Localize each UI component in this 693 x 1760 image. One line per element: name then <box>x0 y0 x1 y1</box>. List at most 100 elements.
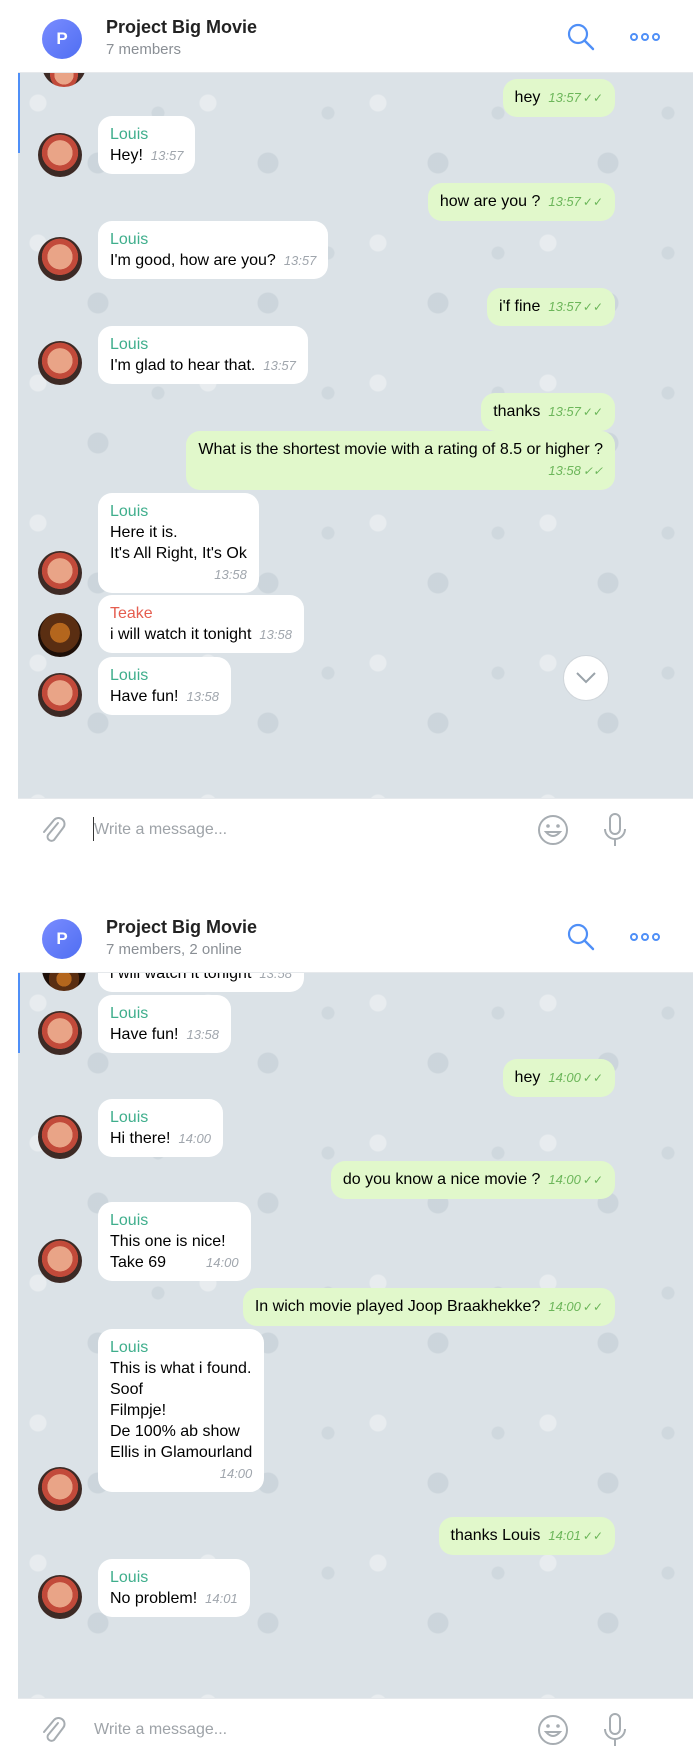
avatar-louis[interactable] <box>38 673 82 717</box>
message-time: 14:00 <box>206 1255 239 1270</box>
sender-name[interactable]: Louis <box>110 124 183 145</box>
chat-title[interactable]: Project Big Movie <box>106 917 257 938</box>
message-outgoing[interactable]: do you know a nice movie ? 14:00 ✓✓ <box>330 1161 615 1199</box>
avatar-teake[interactable] <box>42 973 86 991</box>
message-text: Soof <box>110 1381 143 1398</box>
message-text: What is the shortest movie with a rating… <box>198 441 603 458</box>
more-icon-dot <box>641 933 649 941</box>
message-outgoing[interactable]: thanks 13:57 ✓✓ <box>481 393 615 431</box>
message-text: Here it is. <box>110 524 178 541</box>
message-incoming[interactable]: Louis Here it is. It's All Right, It's Ok 1… <box>98 493 259 593</box>
sender-name[interactable]: Louis <box>110 1337 252 1358</box>
chat-window-2: P Project Big Movie 7 members, 2 online … <box>18 900 693 1760</box>
message-text: No problem! <box>110 1590 198 1607</box>
attach-button[interactable] <box>38 1715 68 1745</box>
avatar-louis[interactable] <box>38 1115 82 1159</box>
message-incoming[interactable]: Louis Hey! 13:57 <box>98 116 196 174</box>
message-incoming[interactable]: Louis This one is nice! Take 69 14:00 <box>98 1202 251 1281</box>
message-incoming[interactable]: Louis Have fun! 13:58 <box>98 995 232 1053</box>
message-incoming[interactable]: Louis Hi there! 14:00 <box>98 1099 224 1157</box>
message-time: 13:57 <box>548 404 581 419</box>
message-outgoing[interactable]: thanks Louis 14:01 ✓✓ <box>438 1517 615 1555</box>
attach-button[interactable] <box>38 815 68 845</box>
scroll-down-button[interactable] <box>563 655 609 701</box>
sender-name[interactable]: Louis <box>110 229 316 250</box>
avatar-louis[interactable] <box>38 551 82 595</box>
more-button[interactable] <box>630 928 664 946</box>
message-incoming[interactable]: Louis This is what i found. Soof Filmpje! De… <box>98 1329 265 1492</box>
message-outgoing[interactable]: i'f fine 13:57 ✓✓ <box>487 288 615 326</box>
message-text: Take 69 <box>110 1254 167 1271</box>
message-time: 13:58 <box>214 567 247 582</box>
sender-name[interactable]: Louis <box>110 1107 211 1128</box>
message-incoming[interactable]: Teake i will watch it tonight 13:58 <box>98 595 304 653</box>
message-text: Filmpje! <box>110 1402 167 1419</box>
message-outgoing[interactable]: hey 13:57 ✓✓ <box>502 79 615 117</box>
avatar-louis[interactable] <box>38 341 82 385</box>
message-time: 14:00 <box>548 1070 581 1085</box>
message-incoming[interactable]: Louis I'm good, how are you? 13:57 <box>98 221 329 279</box>
message-text: In wich movie played Joop Braakhekke? <box>254 1298 541 1315</box>
avatar-louis[interactable] <box>38 1575 82 1619</box>
read-checks-icon: ✓✓ <box>582 1173 603 1187</box>
group-avatar[interactable]: P <box>42 919 82 959</box>
sender-name[interactable]: Louis <box>110 1210 239 1231</box>
message-text: This one is nice! <box>110 1233 226 1250</box>
sender-name[interactable]: Louis <box>110 1003 219 1024</box>
message-incoming[interactable]: Louis No problem! 14:01 <box>98 1559 250 1617</box>
message-text: Hi there! <box>110 1130 171 1147</box>
message-composer <box>18 1698 693 1760</box>
message-incoming[interactable]: Louis Have fun! 13:58 <box>98 657 232 715</box>
avatar-louis[interactable] <box>42 73 86 87</box>
sender-name[interactable]: Teake <box>110 603 292 624</box>
search-button[interactable] <box>566 922 596 952</box>
avatar-louis[interactable] <box>38 1467 82 1511</box>
chat-window-1: P Project Big Movie 7 members hey 13:57 ✓✓… <box>18 0 693 860</box>
sender-name[interactable]: Louis <box>110 334 296 355</box>
message-time: 14:01 <box>548 1528 581 1543</box>
message-outgoing[interactable]: hey 14:00 ✓✓ <box>502 1059 615 1097</box>
read-checks-icon: ✓✓ <box>582 300 603 314</box>
message-time: 13:57 <box>283 253 317 268</box>
sender-name[interactable]: Louis <box>110 665 219 686</box>
read-checks-icon: ✓✓ <box>582 464 603 478</box>
chat-title[interactable]: Project Big Movie <box>106 17 257 38</box>
read-checks-icon: ✓✓ <box>582 195 603 209</box>
group-avatar[interactable]: P <box>42 19 82 59</box>
message-outgoing[interactable]: how are you ? 13:57 ✓✓ <box>427 183 615 221</box>
message-time: 14:00 <box>548 1299 581 1314</box>
chat-subtitle: 7 members <box>106 41 182 58</box>
sender-name[interactable]: Louis <box>110 1567 238 1588</box>
search-icon <box>567 23 595 51</box>
message-list[interactable]: i will watch it tonight 13:58 Louis Have f… <box>18 973 693 1698</box>
message-outgoing[interactable]: What is the shortest movie with a rating… <box>186 431 615 490</box>
search-button[interactable] <box>566 22 596 52</box>
more-icon <box>630 33 638 41</box>
message-text: hey <box>514 89 541 106</box>
message-incoming[interactable]: Louis I'm glad to hear that. 13:57 <box>98 326 308 384</box>
chevron-down-icon <box>576 672 596 684</box>
message-time: 14:01 <box>205 1591 238 1606</box>
message-text: Have fun! <box>110 688 179 705</box>
paperclip-icon <box>43 1717 66 1742</box>
avatar-louis[interactable] <box>38 133 82 177</box>
microphone-button[interactable] <box>600 1711 630 1749</box>
more-button[interactable] <box>630 28 664 46</box>
emoji-button[interactable] <box>536 813 570 847</box>
avatar-teake[interactable] <box>38 613 82 657</box>
message-outgoing[interactable]: In wich movie played Joop Braakhekke? 14:… <box>242 1288 615 1326</box>
message-time: 13:57 <box>548 299 581 314</box>
sender-name[interactable]: Louis <box>110 501 247 522</box>
microphone-button[interactable] <box>600 811 630 849</box>
avatar-louis[interactable] <box>38 237 82 281</box>
message-input[interactable] <box>94 817 494 843</box>
read-checks-icon: ✓✓ <box>582 405 603 419</box>
avatar-louis[interactable] <box>38 1239 82 1283</box>
avatar-louis[interactable] <box>38 1011 82 1055</box>
emoji-button[interactable] <box>536 1713 570 1747</box>
message-list[interactable]: hey 13:57 ✓✓ Louis Hey! 13:57 how are you ? 1… <box>18 73 693 798</box>
message-input[interactable] <box>94 1717 494 1743</box>
message-incoming[interactable]: i will watch it tonight 13:58 <box>98 973 304 992</box>
emoji-icon <box>538 815 568 845</box>
more-icon-dot <box>641 33 649 41</box>
